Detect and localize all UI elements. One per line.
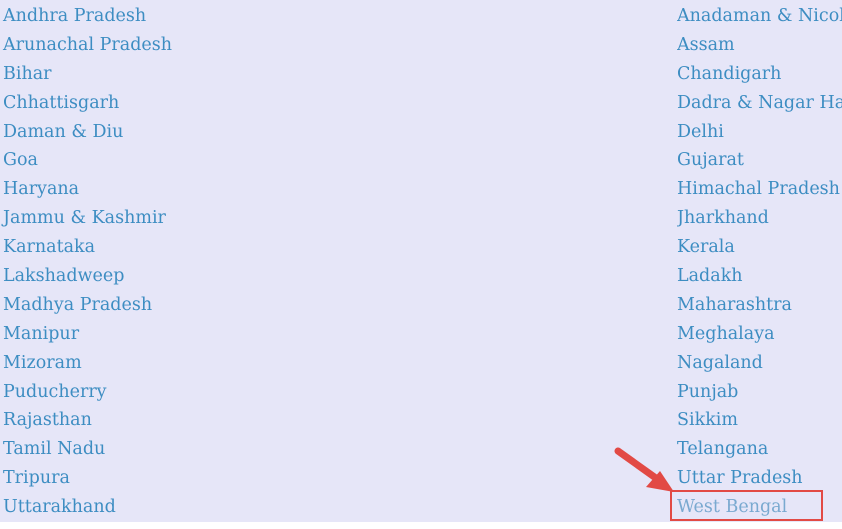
highlight-box xyxy=(670,490,823,521)
state-list-item: Sikkim xyxy=(677,406,842,435)
state-link[interactable]: Telangana xyxy=(677,439,768,459)
state-list-item: Anadaman & Nicobar xyxy=(677,2,842,31)
state-link[interactable]: Tripura xyxy=(3,468,70,488)
state-link[interactable]: Jharkhand xyxy=(677,208,769,228)
state-link[interactable]: Kerala xyxy=(677,237,735,257)
state-list-item: Kerala xyxy=(677,233,842,262)
state-list-item: Madhya Pradesh xyxy=(3,291,172,320)
state-list-item: Himachal Pradesh xyxy=(677,175,842,204)
state-link[interactable]: Andhra Pradesh xyxy=(3,6,146,26)
state-link[interactable]: Nagaland xyxy=(677,353,763,373)
state-link[interactable]: Daman & Diu xyxy=(3,122,123,142)
state-link[interactable]: Manipur xyxy=(3,324,79,344)
state-list-item: Haryana xyxy=(3,175,172,204)
state-link[interactable]: Goa xyxy=(3,150,38,170)
state-link[interactable]: Anadaman & Nicobar xyxy=(677,6,842,26)
state-list-item: Gujarat xyxy=(677,146,842,175)
state-list-item: Karnataka xyxy=(3,233,172,262)
state-list-item: Dadra & Nagar Haveli xyxy=(677,89,842,118)
state-link[interactable]: Punjab xyxy=(677,382,738,402)
state-list-item: Goa xyxy=(3,146,172,175)
state-link[interactable]: Sikkim xyxy=(677,410,738,430)
state-link[interactable]: Arunachal Pradesh xyxy=(3,35,172,55)
state-list-item: Chandigarh xyxy=(677,60,842,89)
state-list-item: Lakshadweep xyxy=(3,262,172,291)
state-link[interactable]: Chhattisgarh xyxy=(3,93,119,113)
state-link[interactable]: Puducherry xyxy=(3,382,107,402)
state-list-item: Uttar Pradesh xyxy=(677,464,842,493)
state-link[interactable]: Uttar Pradesh xyxy=(677,468,803,488)
state-link[interactable]: Chandigarh xyxy=(677,64,781,84)
state-list-item: Maharashtra xyxy=(677,291,842,320)
state-list-item: Daman & Diu xyxy=(3,118,172,147)
state-list-item: Assam xyxy=(677,31,842,60)
state-link[interactable]: Himachal Pradesh xyxy=(677,179,840,199)
state-link[interactable]: Bihar xyxy=(3,64,52,84)
state-list-item: Jammu & Kashmir xyxy=(3,204,172,233)
state-link[interactable]: Dadra & Nagar Haveli xyxy=(677,93,842,113)
state-list-panel: Andhra Pradesh Arunachal Pradesh Bihar Chha… xyxy=(0,0,842,522)
state-link[interactable]: Mizoram xyxy=(3,353,82,373)
state-list-item: Telangana xyxy=(677,435,842,464)
state-list-item: Manipur xyxy=(3,320,172,349)
state-list-item: Jharkhand xyxy=(677,204,842,233)
state-link[interactable]: Haryana xyxy=(3,179,79,199)
state-list-item: Bihar xyxy=(3,60,172,89)
state-link[interactable]: Madhya Pradesh xyxy=(3,295,152,315)
state-link[interactable]: Lakshadweep xyxy=(3,266,124,286)
state-list-item: Meghalaya xyxy=(677,320,842,349)
state-link[interactable]: Meghalaya xyxy=(677,324,775,344)
state-list-item: Punjab xyxy=(677,378,842,407)
state-list-left: Andhra Pradesh Arunachal Pradesh Bihar Chha… xyxy=(3,2,172,522)
state-link[interactable]: Tamil Nadu xyxy=(3,439,105,459)
state-list-right: Anadaman & Nicobar Assam Chandigarh Dadra &… xyxy=(677,2,842,522)
state-list-item: Puducherry xyxy=(3,378,172,407)
state-list-item: Nagaland xyxy=(677,349,842,378)
state-list-item: Ladakh xyxy=(677,262,842,291)
state-list-item: Uttarakhand xyxy=(3,493,172,522)
state-list-item: Mizoram xyxy=(3,349,172,378)
state-list-item: Arunachal Pradesh xyxy=(3,31,172,60)
state-list-item: Chhattisgarh xyxy=(3,89,172,118)
state-link[interactable]: Assam xyxy=(677,35,735,55)
state-link[interactable]: Uttarakhand xyxy=(3,497,116,517)
state-link[interactable]: Ladakh xyxy=(677,266,743,286)
state-list-item: Tripura xyxy=(3,464,172,493)
pointer-arrow-icon xyxy=(614,447,674,492)
state-link[interactable]: Jammu & Kashmir xyxy=(3,208,166,228)
state-link[interactable]: Rajasthan xyxy=(3,410,92,430)
state-link[interactable]: Maharashtra xyxy=(677,295,792,315)
state-list-item: Tamil Nadu xyxy=(3,435,172,464)
state-list-item: Delhi xyxy=(677,118,842,147)
state-link[interactable]: Karnataka xyxy=(3,237,95,257)
state-list-item: Andhra Pradesh xyxy=(3,2,172,31)
state-link[interactable]: Delhi xyxy=(677,122,724,142)
state-link[interactable]: Gujarat xyxy=(677,150,744,170)
state-list-item: Rajasthan xyxy=(3,406,172,435)
